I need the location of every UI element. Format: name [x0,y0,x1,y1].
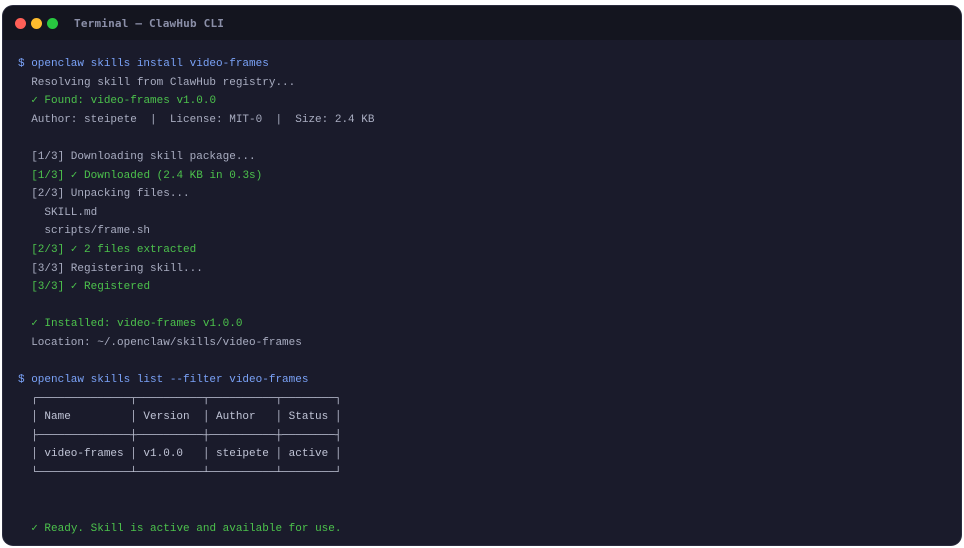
terminal-line: [3/3] ✓ Registered [18,281,151,294]
terminal-window: Terminal — ClawHub CLI $ openclaw skills… [3,6,961,545]
terminal-line: [2/3] ✓ 2 files extracted [18,243,197,256]
terminal-line: ✓ Ready. Skill is active and available f… [18,522,342,535]
terminal-line: [1/3] Downloading skill package... [18,150,256,163]
terminal-line: ✓ Installed: video-frames v1.0.0 [18,318,243,331]
maximize-window-button[interactable] [47,17,58,29]
terminal-line: SKILL.md [18,206,98,219]
window-title: Terminal — ClawHub CLI [74,16,225,30]
title-bar: Terminal — ClawHub CLI [3,6,961,40]
terminal-line: └──────────────┴──────────┴──────────┴──… [18,467,342,480]
terminal-output[interactable]: $ openclaw skills install video-frames R… [18,55,951,538]
terminal-line: │ Name │ Version │ Author │ Status │ [18,411,342,424]
terminal-line: Resolving skill from ClawHub registry... [18,76,296,89]
terminal-line: [3/3] Registering skill... [18,262,203,275]
close-window-button[interactable] [15,17,26,29]
terminal-line: scripts/frame.sh [18,225,151,238]
terminal-line: $ openclaw skills list --filter video-fr… [18,374,309,387]
terminal-line: Author: steipete | License: MIT-0 | Size… [18,113,375,126]
terminal-line: ✓ Found: video-frames v1.0.0 [18,95,217,108]
minimize-window-button[interactable] [31,17,42,29]
terminal-line: ┌──────────────┬──────────┬──────────┬──… [18,392,342,405]
terminal-line: ├──────────────┼──────────┼──────────┼──… [18,429,342,442]
terminal-line: │ video-frames │ v1.0.0 │ steipete │ act… [18,448,342,461]
terminal-line: Location: ~/.openclaw/skills/video-frame… [18,336,302,349]
terminal-line: [2/3] Unpacking files... [18,188,190,201]
terminal-line: [1/3] ✓ Downloaded (2.4 KB in 0.3s) [18,169,263,182]
terminal-line: $ openclaw skills install video-frames [18,58,269,70]
